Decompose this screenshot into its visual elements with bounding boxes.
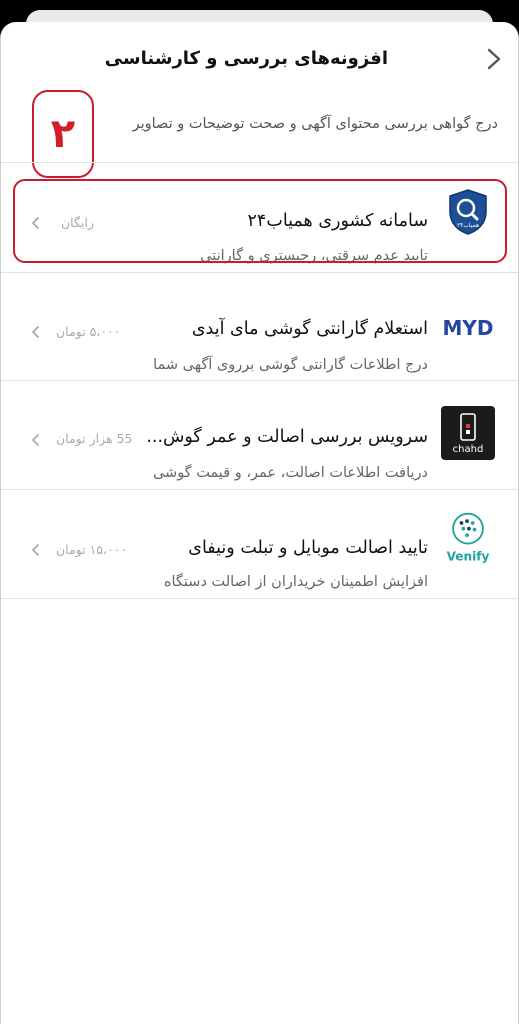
item-description: افزایش اطمینان خریداران از اصالت دستگاه bbox=[163, 574, 428, 590]
list-item-hamyab[interactable]: همیاب۲۴ سامانه کشوری همیاب۲۴ تایید عدم س… bbox=[1, 163, 518, 271]
sheet-header: افزونه‌های بررسی و کارشناسی bbox=[1, 22, 518, 100]
list-item-chahd[interactable]: chahd سرویس بررسی اصالت و عمر گوش... دری… bbox=[1, 381, 518, 489]
item-price: 55 هزار تومان bbox=[56, 431, 133, 446]
chevron-left-icon bbox=[32, 217, 39, 229]
item-price: ۱۵،۰۰۰ تومان bbox=[56, 542, 128, 557]
item-title: سامانه کشوری همیاب۲۴ bbox=[247, 211, 428, 231]
chahd-logo-icon: chahd bbox=[441, 406, 495, 460]
list-item-venify[interactable]: Venify تایید اصالت موبایل و تبلت ونیفای … bbox=[1, 490, 518, 598]
item-description: درج اطلاعات گارانتی گوشی برروی آگهی شما bbox=[153, 357, 428, 373]
hamyab-shield-icon: همیاب۲۴ bbox=[441, 185, 495, 239]
item-description: تایید عدم سرقتی، رجیستری و گارانتی bbox=[200, 248, 428, 264]
chevron-left-icon bbox=[32, 544, 39, 556]
page-subtitle: درج گواهی بررسی محتوای آگهی و صحت توضیحا… bbox=[132, 116, 498, 132]
item-price: ۵،۰۰۰ تومان bbox=[56, 324, 121, 339]
myd-logo-icon: MYD bbox=[441, 301, 495, 355]
myd-logo-text: MYD bbox=[443, 316, 494, 340]
divider bbox=[1, 598, 518, 599]
item-title: سرویس بررسی اصالت و عمر گوش... bbox=[146, 427, 428, 447]
venify-logo-icon: Venify bbox=[441, 510, 495, 564]
item-description: دریافت اطلاعات اصالت، عمر، و قیمت گوشی bbox=[152, 465, 428, 481]
list-item-myd[interactable]: MYD استعلام گارانتی گوشی مای آیدی درج اط… bbox=[1, 273, 518, 381]
chevron-right-icon bbox=[487, 48, 501, 70]
page-title: افزونه‌های بررسی و کارشناسی bbox=[104, 48, 388, 69]
item-title: تایید اصالت موبایل و تبلت ونیفای bbox=[188, 538, 428, 558]
chevron-left-icon bbox=[32, 434, 39, 446]
back-button[interactable] bbox=[481, 46, 507, 72]
chevron-left-icon bbox=[32, 326, 39, 338]
hamyab-logo-text: همیاب۲۴ bbox=[457, 222, 479, 229]
bottom-sheet: افزونه‌های بررسی و کارشناسی درج گواهی بر… bbox=[0, 22, 519, 1024]
venify-logo-text: Venify bbox=[447, 549, 490, 563]
item-title: استعلام گارانتی گوشی مای آیدی bbox=[191, 319, 428, 339]
subtitle-container: درج گواهی بررسی محتوای آگهی و صحت توضیحا… bbox=[96, 110, 498, 140]
chahd-logo-text: chahd bbox=[453, 444, 484, 455]
item-price: رایگان bbox=[61, 215, 94, 230]
step-number: ۲ bbox=[50, 111, 76, 157]
